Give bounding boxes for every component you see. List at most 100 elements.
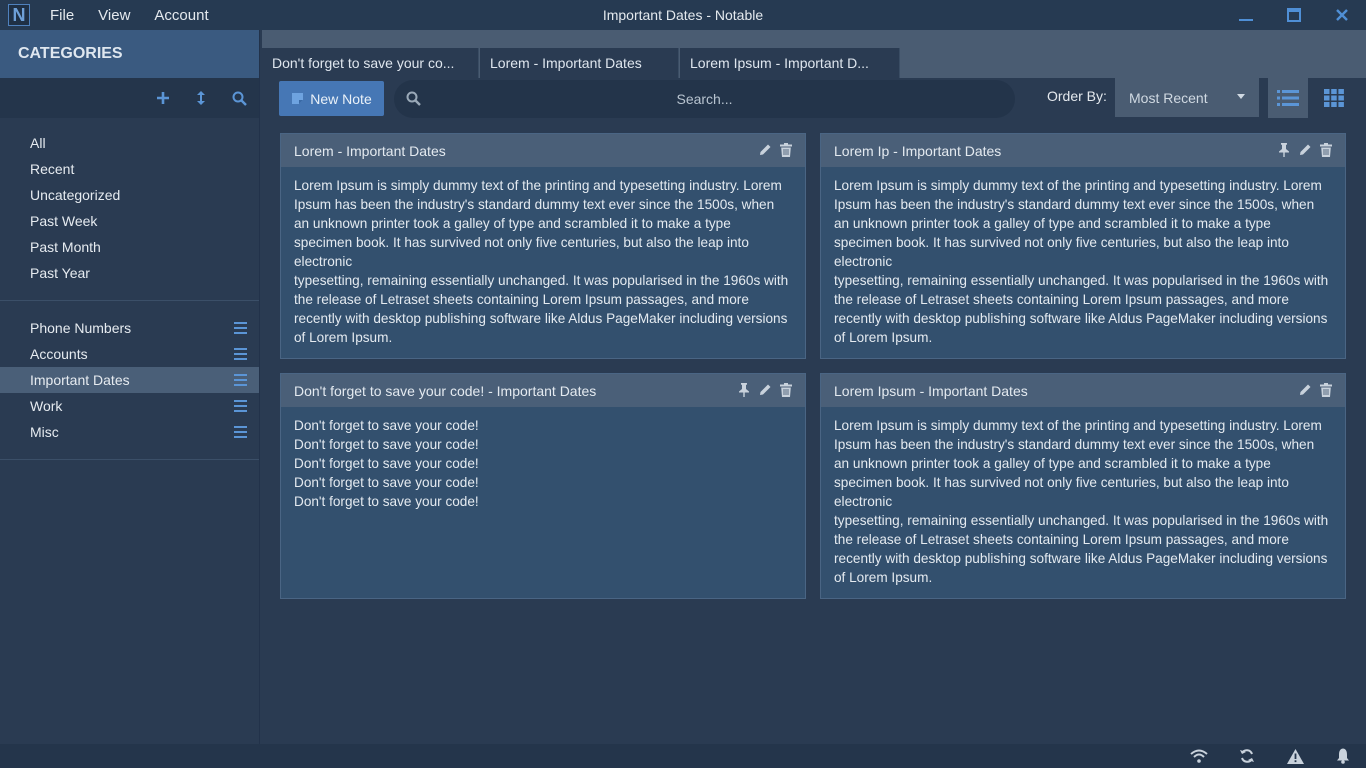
tab-dont-forget[interactable]: Don't forget to save your co... <box>262 48 479 78</box>
tab-lorem[interactable]: Lorem - Important Dates <box>480 48 679 78</box>
note-card[interactable]: Lorem - Important Dates Lorem Ipsum is s… <box>280 133 806 359</box>
note-card-header: Don't forget to save your code! - Import… <box>281 374 805 407</box>
delete-button[interactable] <box>1318 382 1333 398</box>
tab-bar: Don't forget to save your co... Lorem - … <box>262 30 1366 78</box>
window-controls <box>1222 0 1366 30</box>
note-card[interactable]: Lorem Ip - Important Dates Lorem Ipsum i… <box>820 133 1346 359</box>
category-menu-icon[interactable] <box>234 400 247 412</box>
pencil-icon <box>759 384 770 395</box>
maximize-button[interactable] <box>1270 0 1318 30</box>
sync-button[interactable] <box>1238 747 1256 765</box>
sidebar-item-past-year[interactable]: Past Year <box>0 260 259 286</box>
note-actions <box>1276 142 1333 158</box>
edit-button[interactable] <box>1297 142 1312 158</box>
search-categories-button[interactable] <box>229 88 249 108</box>
chevron-down-icon <box>1237 94 1245 99</box>
list-view-button[interactable] <box>1268 78 1308 118</box>
add-category-button[interactable] <box>153 88 173 108</box>
new-note-label: New Note <box>310 90 372 107</box>
sidebar-item-uncategorized[interactable]: Uncategorized <box>0 182 259 208</box>
sidebar-item-phone-numbers[interactable]: Phone Numbers <box>0 315 259 341</box>
category-menu-icon[interactable] <box>234 374 247 386</box>
search-icon <box>232 91 247 106</box>
sort-categories-button[interactable] <box>191 88 211 108</box>
sidebar: CATEGORIES All Recent Uncategorized Past… <box>0 30 260 744</box>
sidebar-item-work[interactable]: Work <box>0 393 259 419</box>
note-body: Lorem Ipsum is simply dummy text of the … <box>821 167 1345 347</box>
category-label: Work <box>30 398 63 414</box>
note-actions <box>736 382 793 398</box>
note-body: Lorem Ipsum is simply dummy text of the … <box>281 167 805 347</box>
wifi-icon <box>1190 749 1208 763</box>
app-logo: N <box>8 4 30 26</box>
sync-icon <box>1240 749 1254 763</box>
maximize-icon <box>1287 8 1301 22</box>
note-text: Lorem Ipsum is simply dummy text of the … <box>834 418 1329 585</box>
warning-icon <box>1286 748 1304 764</box>
pin-button[interactable] <box>736 382 751 398</box>
pin-icon <box>738 383 749 397</box>
sidebar-item-recent[interactable]: Recent <box>0 156 259 182</box>
warning-button[interactable] <box>1286 747 1304 765</box>
category-menu-icon[interactable] <box>234 322 247 334</box>
menu-account[interactable]: Account <box>154 7 208 24</box>
category-label: Misc <box>30 424 59 440</box>
category-label: Phone Numbers <box>30 320 132 336</box>
search-input[interactable] <box>434 88 975 110</box>
note-actions <box>757 142 793 158</box>
note-card[interactable]: Don't forget to save your code! - Import… <box>280 373 806 599</box>
category-list: Phone Numbers Accounts Important Dates W… <box>0 301 259 460</box>
pin-button[interactable] <box>1276 142 1291 158</box>
pencil-icon <box>1299 144 1310 155</box>
note-text: Lorem Ipsum is simply dummy text of the … <box>834 178 1329 345</box>
minimize-button[interactable] <box>1222 0 1270 30</box>
sidebar-header: CATEGORIES <box>0 30 259 78</box>
wifi-button[interactable] <box>1190 747 1208 765</box>
category-label: Accounts <box>30 346 88 362</box>
edit-button[interactable] <box>757 382 772 398</box>
tab-lorem-ipsum[interactable]: Lorem Ipsum - Important D... <box>680 48 900 78</box>
sidebar-item-important-dates[interactable]: Important Dates <box>0 367 259 393</box>
grid-view-button[interactable] <box>1314 78 1354 118</box>
title-bar: N File View Account Important Dates - No… <box>0 0 1366 30</box>
note-card-header: Lorem Ip - Important Dates <box>821 134 1345 167</box>
sidebar-item-all[interactable]: All <box>0 130 259 156</box>
trash-icon <box>1319 143 1332 157</box>
sidebar-item-past-week[interactable]: Past Week <box>0 208 259 234</box>
note-text: Don't forget to save your code! Don't fo… <box>294 418 479 509</box>
trash-icon <box>779 143 792 157</box>
note-text: Lorem Ipsum is simply dummy text of the … <box>294 178 789 345</box>
note-title: Don't forget to save your code! - Import… <box>294 382 597 399</box>
minimize-icon <box>1239 19 1253 21</box>
category-menu-icon[interactable] <box>234 426 247 438</box>
delete-button[interactable] <box>1318 142 1333 158</box>
menu-file[interactable]: File <box>50 7 74 24</box>
order-by-select[interactable]: Most Recent <box>1115 78 1259 117</box>
sidebar-item-past-month[interactable]: Past Month <box>0 234 259 260</box>
edit-button[interactable] <box>757 142 772 158</box>
notifications-button[interactable] <box>1334 747 1352 765</box>
note-title: Lorem Ip - Important Dates <box>834 142 1002 159</box>
smart-list: All Recent Uncategorized Past Week Past … <box>0 118 259 301</box>
search-box[interactable] <box>394 80 1015 118</box>
trash-icon <box>1319 383 1332 397</box>
sidebar-item-misc[interactable]: Misc <box>0 419 259 445</box>
menu-view[interactable]: View <box>98 7 130 24</box>
delete-button[interactable] <box>778 382 793 398</box>
pin-icon <box>1278 143 1289 157</box>
note-icon <box>292 93 304 104</box>
trash-icon <box>779 383 792 397</box>
close-button[interactable] <box>1318 0 1366 30</box>
notes-toolbar: New Note Order By: Most Recent <box>262 78 1366 120</box>
pencil-icon <box>1299 384 1310 395</box>
note-card[interactable]: Lorem Ipsum - Important Dates Lorem Ipsu… <box>820 373 1346 599</box>
sidebar-toolbar <box>0 78 259 118</box>
sidebar-item-accounts[interactable]: Accounts <box>0 341 259 367</box>
new-note-button[interactable]: New Note <box>279 81 384 116</box>
plus-icon <box>157 92 169 104</box>
category-menu-icon[interactable] <box>234 348 247 360</box>
edit-button[interactable] <box>1297 382 1312 398</box>
pencil-icon <box>759 144 770 155</box>
delete-button[interactable] <box>778 142 793 158</box>
grid-view-icon <box>1324 89 1344 107</box>
